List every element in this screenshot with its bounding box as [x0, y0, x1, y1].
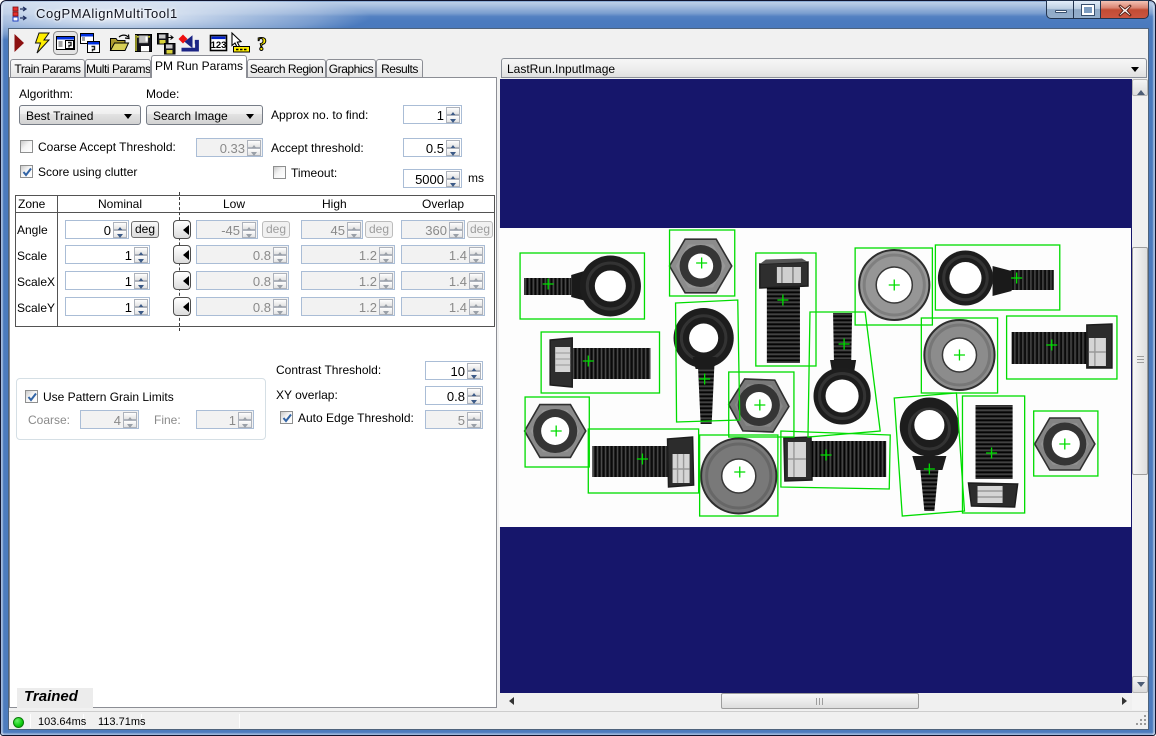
svg-text:?: ? [257, 34, 267, 56]
svg-text:123: 123 [211, 40, 227, 51]
